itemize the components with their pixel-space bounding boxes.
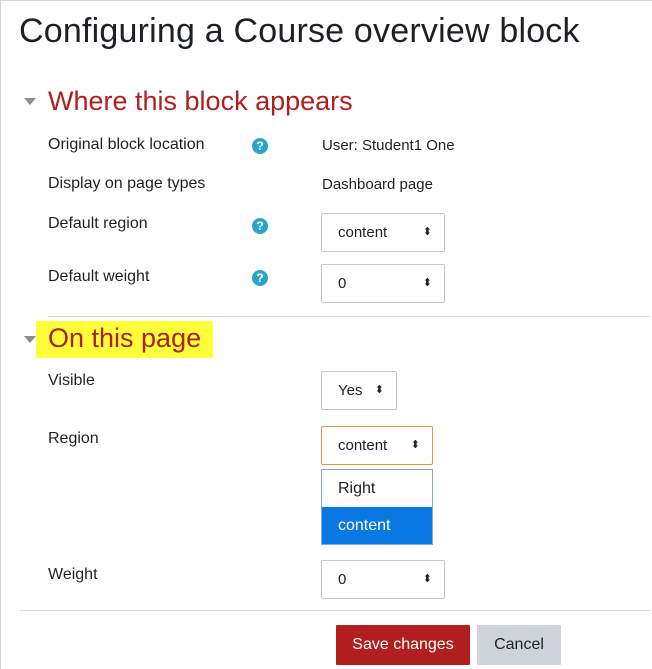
select-arrows-icon: ⬍: [422, 277, 432, 289]
default-region-select[interactable]: content ⬍: [321, 213, 445, 252]
region-select[interactable]: content ⬍: [321, 426, 433, 465]
default-weight-select-value: 0: [338, 275, 347, 292]
collapse-caret-icon[interactable]: [24, 98, 36, 105]
original-block-location-value: User: Student1 One: [322, 137, 455, 154]
default-region-label: Default region: [48, 215, 148, 232]
default-region-select-value: content: [338, 224, 388, 241]
region-option-right[interactable]: Right: [322, 470, 432, 507]
cancel-button[interactable]: Cancel: [477, 625, 561, 665]
display-on-page-types-label: Display on page types: [48, 175, 206, 192]
visible-select-value: Yes: [338, 382, 363, 399]
region-label: Region: [48, 430, 99, 447]
select-arrows-icon: ⬍: [422, 573, 432, 585]
select-arrows-icon: ⬍: [374, 384, 384, 396]
weight-select[interactable]: 0 ⬍: [321, 560, 445, 599]
weight-select-value: 0: [338, 571, 347, 588]
default-weight-label: Default weight: [48, 268, 150, 285]
form-divider: [20, 610, 651, 611]
page-title: Configuring a Course overview block: [19, 12, 580, 50]
help-icon[interactable]: ?: [252, 138, 268, 154]
display-on-page-types-value: Dashboard page: [322, 176, 433, 193]
help-icon[interactable]: ?: [252, 218, 268, 234]
visible-select[interactable]: Yes ⬍: [321, 371, 397, 410]
region-dropdown-list: Right content: [321, 469, 433, 545]
help-icon[interactable]: ?: [252, 270, 268, 286]
region-option-content[interactable]: content: [322, 507, 432, 544]
section-where-this-block-appears[interactable]: Where this block appears: [24, 86, 353, 117]
section-title-where: Where this block appears: [48, 86, 353, 116]
region-select-value: content: [338, 437, 388, 454]
weight-label: Weight: [48, 566, 98, 583]
default-weight-select[interactable]: 0 ⬍: [321, 264, 445, 303]
original-block-location-label: Original block location: [48, 136, 205, 153]
save-changes-button[interactable]: Save changes: [336, 625, 470, 665]
select-arrows-icon: ⬍: [410, 439, 420, 451]
select-arrows-icon: ⬍: [422, 226, 432, 238]
visible-label: Visible: [48, 372, 95, 389]
collapse-caret-icon[interactable]: [24, 336, 36, 343]
section-divider: [48, 316, 651, 317]
section-title-on-this-page: On this page: [36, 321, 214, 358]
section-on-this-page[interactable]: On this page: [24, 321, 214, 358]
